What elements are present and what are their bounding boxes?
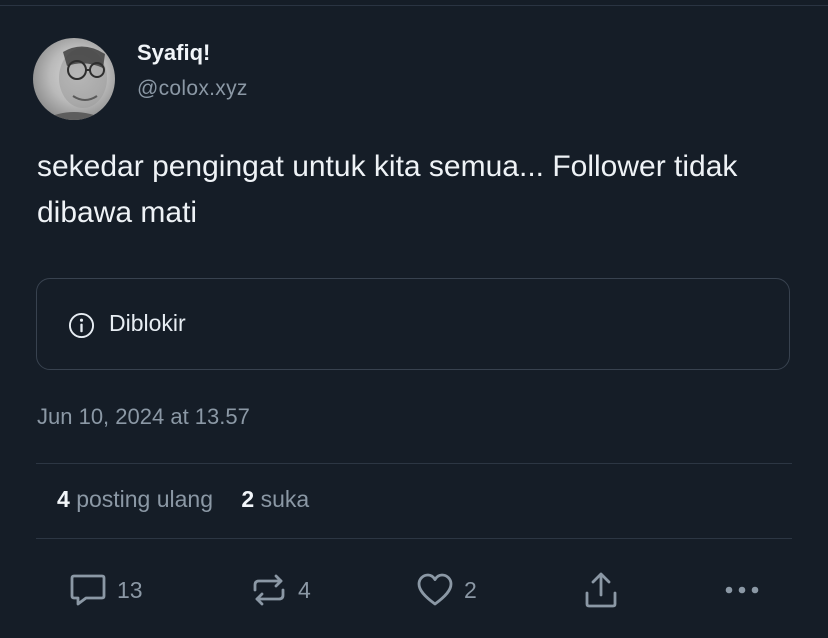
likes-count: 2 — [241, 486, 255, 512]
info-icon — [68, 312, 95, 339]
repost-count: 4 — [298, 576, 311, 603]
likes-label: suka — [260, 486, 310, 512]
more-icon — [725, 586, 759, 594]
author-handle[interactable]: @colox.xyz — [137, 77, 248, 101]
reposts-label: posting ulang — [76, 486, 214, 512]
reply-count: 13 — [117, 576, 143, 603]
avatar[interactable] — [33, 38, 115, 120]
reply-button[interactable]: 13 — [69, 570, 143, 610]
stats-bottom-divider — [36, 538, 792, 539]
reply-icon — [70, 574, 106, 606]
more-button[interactable] — [723, 570, 761, 610]
engagement-stats: 4 posting ulang 2 suka — [57, 486, 331, 513]
avatar-photo — [43, 46, 107, 120]
author-name[interactable]: Syafiq! — [137, 40, 210, 66]
like-count: 2 — [464, 576, 477, 603]
reposts-count: 4 — [57, 486, 70, 512]
blocked-notice: Diblokir — [36, 278, 790, 370]
post-timestamp: Jun 10, 2024 at 13.57 — [37, 404, 250, 429]
heart-icon — [417, 573, 453, 606]
stats-top-divider — [36, 463, 792, 464]
reposts-stat[interactable]: 4 posting ulang — [57, 486, 213, 512]
share-button[interactable] — [583, 570, 619, 610]
repost-button[interactable]: 4 — [250, 570, 311, 610]
repost-icon — [253, 574, 285, 606]
blocked-label: Diblokir — [109, 310, 186, 336]
like-button[interactable]: 2 — [416, 570, 477, 610]
share-icon — [585, 572, 617, 608]
post-text: sekedar pengingat untuk kita semua... Fo… — [37, 150, 738, 229]
top-divider — [0, 5, 828, 6]
likes-stat[interactable]: 2 suka — [241, 486, 309, 512]
